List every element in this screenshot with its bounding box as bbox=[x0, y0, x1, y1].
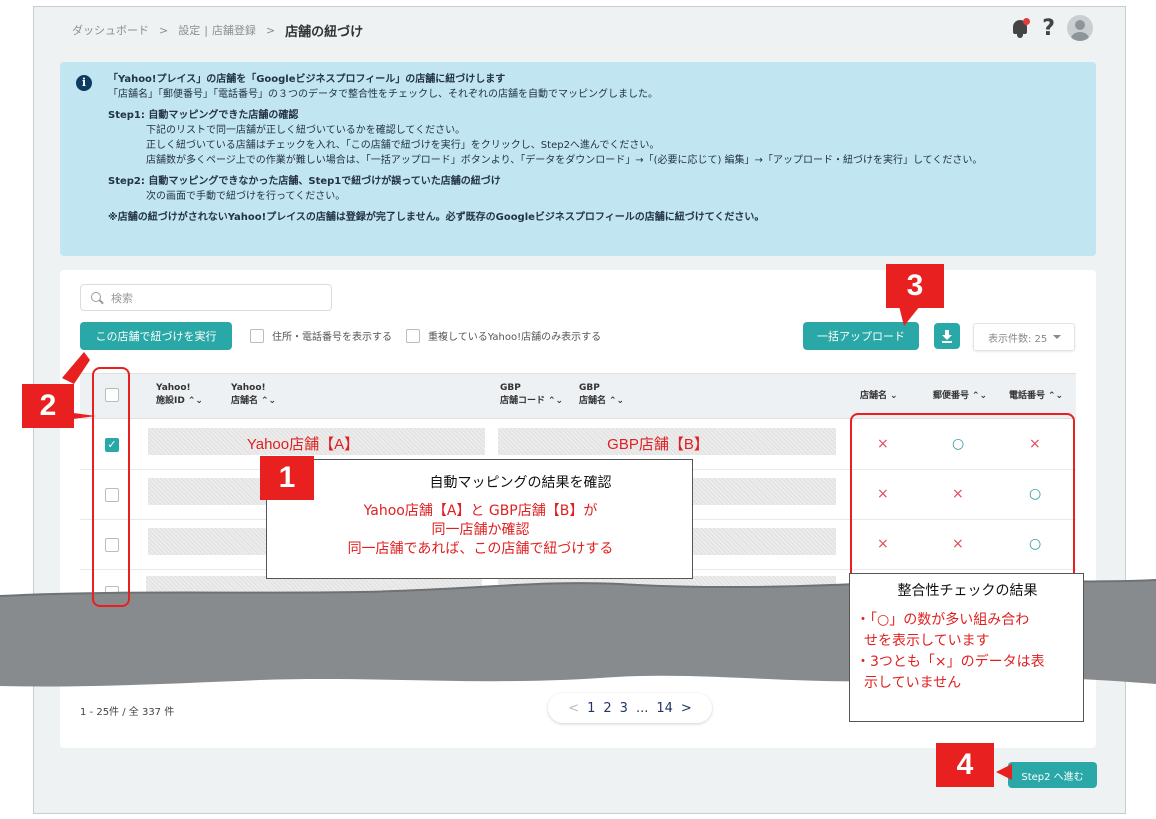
step-badge-3: 3 bbox=[886, 264, 944, 308]
step-badge-2: 2 bbox=[22, 384, 74, 428]
annotation-arrows bbox=[62, 306, 1012, 780]
step-badge-1: 1 bbox=[260, 456, 314, 500]
step-badge-4: 4 bbox=[936, 743, 994, 787]
